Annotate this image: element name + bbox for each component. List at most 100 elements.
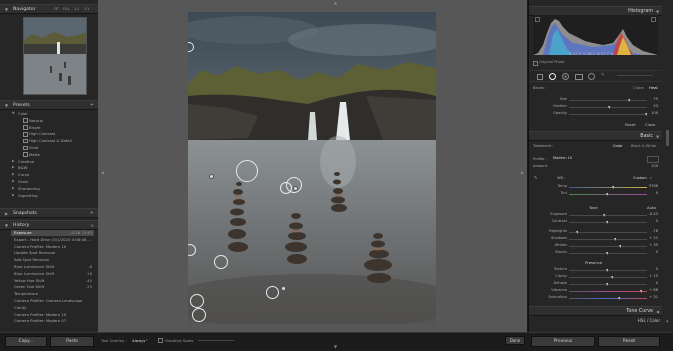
treatment-color[interactable]: Color: [613, 144, 622, 148]
history-item[interactable]: Camera Profiler: Modern 07: [14, 318, 94, 324]
zoom-fit[interactable]: FIT: [54, 7, 59, 11]
slider-value[interactable]: 0: [656, 250, 658, 254]
slider-value[interactable]: 53: [653, 104, 658, 108]
contrast-slider[interactable]: Contrast 0: [529, 218, 662, 225]
add-snapshot-icon[interactable]: +: [90, 210, 94, 216]
vibrance-slider[interactable]: Vibrance + 88: [529, 287, 662, 294]
spot-pin[interactable]: [293, 186, 298, 191]
slider-track[interactable]: [569, 246, 647, 247]
slider-track[interactable]: [569, 277, 647, 278]
spot-pin[interactable]: [209, 174, 214, 179]
spot-source-circle[interactable]: [280, 182, 292, 194]
highlight-clipping-icon[interactable]: [651, 17, 656, 22]
spot-removal-tool-icon[interactable]: [549, 73, 556, 80]
collapse-filmstrip-icon[interactable]: ▼: [334, 344, 337, 349]
preset-item[interactable]: Natural: [23, 118, 43, 123]
slider-value[interactable]: 0: [656, 219, 658, 223]
highlights-slider[interactable]: Highlights -78: [529, 228, 662, 235]
slider-track[interactable]: [569, 215, 647, 216]
preset-item[interactable]: Bright: [23, 125, 41, 130]
shadow-clipping-icon[interactable]: [535, 17, 540, 22]
profile-select[interactable]: Modern 10: [553, 156, 589, 161]
spot-pin[interactable]: [281, 286, 286, 291]
clarity-slider[interactable]: Clarity + 15: [529, 273, 662, 280]
crop-tool-icon[interactable]: [537, 74, 543, 80]
opacity-slider[interactable]: Opacity 100: [529, 110, 662, 117]
slider-value[interactable]: + 15: [649, 274, 658, 278]
image-canvas[interactable]: ◀ ▶: [98, 0, 527, 332]
slider-value[interactable]: + 35: [649, 243, 658, 247]
tint-slider[interactable]: Tint 0: [529, 190, 662, 197]
spot-target-circle[interactable]: [214, 255, 228, 269]
copy-button[interactable]: Copy...: [5, 336, 47, 347]
presets-header[interactable]: ▼ Presets +: [0, 100, 98, 110]
slider-value[interactable]: 75: [653, 97, 658, 101]
preset-folder[interactable]: ▼ Color: [12, 111, 28, 116]
preset-item[interactable]: High Contrast & Detail: [23, 138, 72, 144]
history-item[interactable]: Camera Profiler: Modern 10: [14, 312, 94, 318]
slider-value[interactable]: -0.43: [649, 212, 658, 216]
zoom-3-1[interactable]: 3:1: [84, 7, 89, 11]
original-photo-checkbox[interactable]: [533, 61, 538, 66]
preset-item[interactable]: Vivid: [23, 145, 38, 151]
feather-slider[interactable]: Feather 53: [529, 103, 662, 110]
zoom-1-1[interactable]: 1:1: [74, 7, 79, 11]
slider-value[interactable]: + 88: [649, 288, 658, 292]
zoom-fill[interactable]: FILL: [63, 7, 70, 11]
previous-button[interactable]: Previous: [531, 336, 595, 347]
tool-strip-slider[interactable]: [617, 75, 653, 76]
slider-thumb[interactable]: [611, 275, 614, 279]
graduated-filter-icon[interactable]: [575, 74, 583, 80]
spot-target-circle[interactable]: [266, 286, 279, 299]
whites-slider[interactable]: Whites + 35: [529, 242, 662, 249]
red-eye-tool-icon[interactable]: [562, 73, 569, 80]
history-item[interactable]: Add Spot Removal: [14, 257, 94, 263]
slider-track[interactable]: [569, 291, 647, 292]
visualize-spots-checkbox[interactable]: [158, 338, 163, 343]
collapse-top-panel-icon[interactable]: ▲: [334, 0, 337, 5]
spot-target-circle[interactable]: [192, 308, 206, 322]
spot-target-circle[interactable]: [190, 294, 204, 308]
history-item[interactable]: Blue Luminance Shift -16: [14, 271, 94, 277]
slider-value[interactable]: + 31: [649, 295, 658, 299]
texture-slider[interactable]: Texture 0: [529, 266, 662, 273]
slider-track[interactable]: [569, 239, 647, 240]
panel-scrollbar[interactable]: [666, 130, 669, 146]
slider-thumb[interactable]: [628, 98, 631, 102]
preset-folder[interactable]: ▶ B&W: [12, 165, 27, 170]
treatment-bw[interactable]: Black & White: [631, 144, 656, 148]
slider-thumb[interactable]: [613, 237, 616, 241]
slider-thumb[interactable]: [619, 244, 622, 248]
history-item[interactable]: Temperature: [14, 291, 94, 297]
slider-track[interactable]: [569, 100, 647, 101]
history-item[interactable]: Exposure -0.16 -0.43: [11, 230, 94, 236]
slider-track[interactable]: [569, 114, 647, 115]
slider-value[interactable]: + 21: [649, 236, 658, 240]
heal-mode-button[interactable]: Heal: [649, 85, 658, 90]
slider-thumb[interactable]: [575, 230, 578, 234]
add-preset-icon[interactable]: +: [90, 102, 94, 108]
slider-value[interactable]: 0: [656, 267, 658, 271]
preset-folder[interactable]: ▶ Creative: [12, 159, 34, 164]
history-item[interactable]: Camera Profiler: Modern 10: [14, 244, 94, 250]
history-item[interactable]: Yellow Hue Shift -45: [14, 278, 94, 284]
temp-slider[interactable]: Temp 5766: [529, 183, 662, 190]
clear-history-icon[interactable]: ✕: [91, 223, 94, 228]
slider-value[interactable]: 0: [656, 191, 658, 195]
collapse-left-panel-icon[interactable]: ◀: [101, 170, 104, 175]
slider-track[interactable]: [569, 232, 647, 233]
slider-thumb[interactable]: [603, 213, 606, 217]
histogram-graph[interactable]: [533, 15, 658, 55]
preset-folder[interactable]: ▶ Vignetting: [12, 193, 38, 198]
clone-mode-button[interactable]: Clone: [633, 85, 644, 90]
preset-folder[interactable]: ▶ Curve: [12, 172, 29, 177]
auto-tone-button[interactable]: Auto: [647, 205, 656, 210]
slider-thumb[interactable]: [608, 105, 611, 109]
tool-overlay-select[interactable]: Always: [132, 338, 145, 343]
slider-value[interactable]: 100: [651, 111, 658, 115]
shadows-slider[interactable]: Shadows + 21: [529, 235, 662, 242]
slider-thumb[interactable]: [606, 220, 609, 224]
slider-value[interactable]: 5766: [649, 184, 658, 188]
blacks-slider[interactable]: Blacks 0: [529, 249, 662, 256]
history-item[interactable]: Green Hue Shift -23: [14, 284, 94, 290]
